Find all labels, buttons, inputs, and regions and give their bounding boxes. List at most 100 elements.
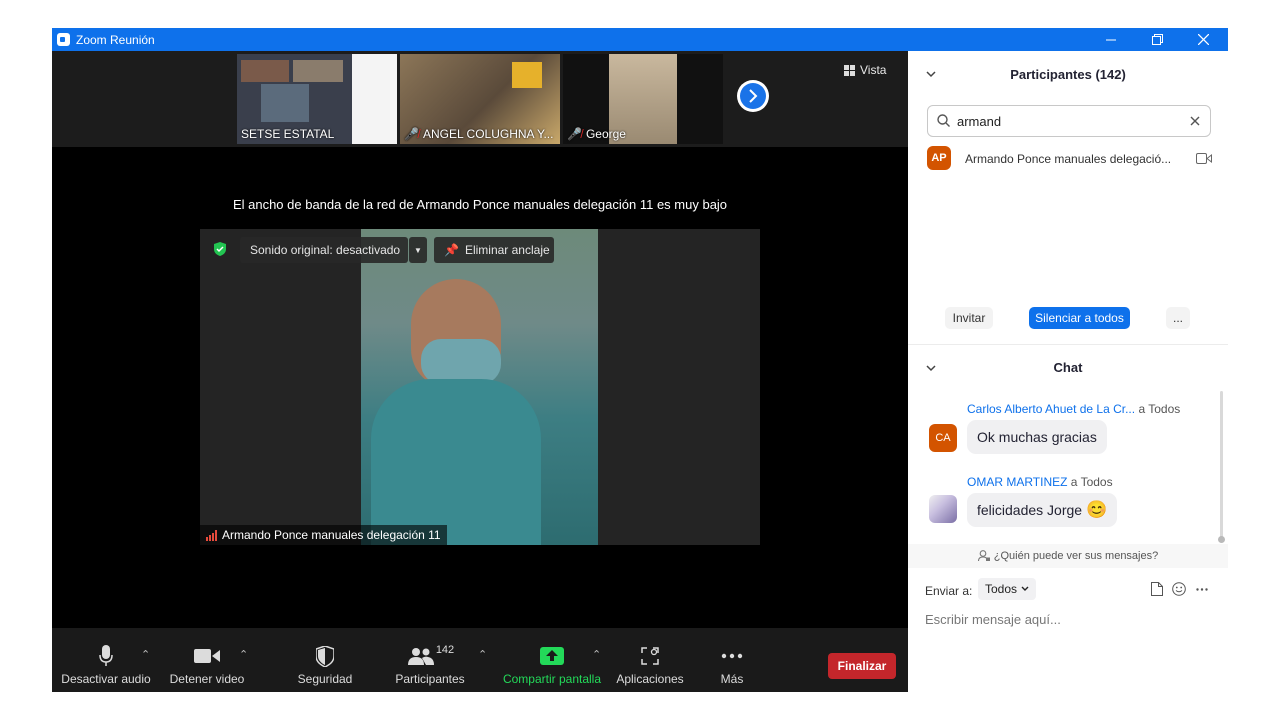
- participant-row[interactable]: AP Armando Ponce manuales delegació...: [927, 146, 1217, 172]
- share-screen-icon: [540, 647, 564, 665]
- zoom-meeting-window: Zoom Reunión SETSE ESTATAL 🎤̸ ANGEL COLU…: [52, 28, 1228, 692]
- participants-options-caret[interactable]: ⌃: [478, 648, 487, 661]
- end-meeting-button[interactable]: Finalizar: [828, 653, 896, 679]
- chevron-down-icon: [1021, 586, 1029, 591]
- file-icon[interactable]: [1151, 582, 1163, 596]
- who-can-see-link[interactable]: ¿Quién puede ver sus mensajes?: [908, 544, 1228, 568]
- video-area: SETSE ESTATAL 🎤̸ ANGEL COLUGHNA Y... 🎤̸ Ge…: [52, 51, 908, 628]
- thumbnail-george[interactable]: 🎤̸ George: [563, 54, 723, 144]
- main-speaker-video[interactable]: Sonido original: desactivado ▼ 📌 Elimina…: [200, 229, 760, 545]
- thumbnail-angel[interactable]: 🎤̸ ANGEL COLUGHNA Y...: [400, 54, 560, 144]
- participants-count: 142: [435, 644, 455, 656]
- zoom-logo-icon: [57, 33, 70, 46]
- chat-bubble: felicidades Jorge 😊: [967, 493, 1118, 527]
- stop-video-label: Detener video: [169, 672, 245, 686]
- pin-icon: 📌: [444, 243, 459, 257]
- thumbnail-document: [352, 54, 397, 144]
- participant-name: Armando Ponce manuales delegació...: [965, 152, 1172, 166]
- stop-video-button[interactable]: Detener video: [164, 628, 250, 692]
- avatar: CA: [929, 424, 957, 452]
- search-icon: [937, 114, 950, 127]
- emoji-icon[interactable]: [1172, 582, 1186, 596]
- security-button[interactable]: Seguridad: [290, 628, 360, 692]
- smile-emoji-icon: 😊: [1086, 500, 1108, 519]
- thumbnail-name: George: [585, 127, 626, 141]
- speaker-name: Armando Ponce manuales delegación 11: [222, 528, 441, 542]
- chat-header: Chat: [908, 345, 1228, 389]
- video-options-caret[interactable]: ⌃: [239, 648, 248, 661]
- mute-audio-button[interactable]: Desactivar audio: [60, 628, 152, 692]
- apps-icon: [641, 647, 659, 665]
- chat-message: CA Carlos Alberto Ahuet de La Cr... a To…: [927, 402, 1217, 462]
- participants-header: Participantes (142): [908, 51, 1228, 95]
- caret-down-icon: ▼: [414, 245, 422, 255]
- encryption-shield-icon: [214, 242, 226, 256]
- participants-more-button[interactable]: ...: [1166, 307, 1190, 329]
- avatar: [929, 495, 957, 523]
- mute-all-button[interactable]: Silenciar a todos: [1029, 307, 1130, 329]
- send-to-dropdown[interactable]: Todos: [978, 578, 1037, 600]
- thumbnail-setse-estatal[interactable]: SETSE ESTATAL: [237, 54, 397, 144]
- close-window-button[interactable]: [1180, 28, 1226, 51]
- signal-bars-icon: [206, 529, 217, 541]
- muted-mic-icon: 🎤̸: [567, 127, 582, 141]
- restore-icon: [1151, 34, 1163, 45]
- participant-search-input[interactable]: [955, 111, 1179, 131]
- thumbnail-name: ANGEL COLUGHNA Y...: [422, 127, 554, 141]
- unpin-label: Eliminar anclaje: [464, 243, 550, 257]
- security-label: Seguridad: [297, 672, 353, 686]
- minimize-button[interactable]: [1088, 28, 1134, 51]
- avatar: AP: [927, 146, 951, 170]
- participants-title: Participantes (142): [1010, 67, 1126, 82]
- participants-icon: [407, 648, 434, 665]
- who-can-see-label: ¿Quién puede ver sus mensajes?: [993, 550, 1159, 562]
- chat-input-placeholder[interactable]: Escribir mensaje aquí...: [925, 612, 1061, 627]
- more-dots-icon[interactable]: [1196, 588, 1208, 591]
- audio-options-caret[interactable]: ⌃: [141, 648, 150, 661]
- chat-composer: Enviar a: Todos Escribir mensaje aquí...: [908, 568, 1228, 692]
- speaker-video-frame: [361, 229, 598, 545]
- chat-message: OMAR MARTINEZ a Todos felicidades Jorge …: [927, 475, 1217, 537]
- scroll-thumb[interactable]: [1218, 536, 1225, 543]
- participant-search[interactable]: [927, 105, 1211, 137]
- chat-sender: Carlos Alberto Ahuet de La Cr... a Todos: [967, 402, 1181, 416]
- microphone-icon: [99, 645, 113, 666]
- chat-bubble: Ok muchas gracias: [967, 420, 1107, 454]
- meeting-toolbar: Desactivar audio ⌃ Detener video ⌃ Segur…: [52, 628, 908, 692]
- close-icon: [1197, 34, 1209, 45]
- invite-button[interactable]: Invitar: [945, 307, 993, 329]
- title-bar: Zoom Reunión: [52, 28, 1228, 51]
- chat-sender: OMAR MARTINEZ a Todos: [967, 475, 1113, 489]
- more-label: Más: [720, 672, 744, 686]
- chat-scrollbar[interactable]: [1220, 391, 1223, 541]
- original-sound-label: Sonido original: desactivado: [250, 243, 401, 257]
- chevron-right-icon: [749, 89, 758, 103]
- send-to-label: Enviar a:: [925, 584, 973, 598]
- camera-icon: [194, 649, 220, 663]
- video-camera-icon: [1196, 153, 1212, 164]
- participants-label: Participantes: [395, 672, 465, 686]
- clear-search-icon[interactable]: [1190, 116, 1200, 126]
- share-screen-label: Compartir pantalla: [502, 672, 602, 686]
- restore-button[interactable]: [1134, 28, 1180, 51]
- unpin-button[interactable]: 📌 Eliminar anclaje: [434, 237, 554, 263]
- view-label: Vista: [860, 63, 887, 77]
- apps-button[interactable]: Aplicaciones: [612, 628, 688, 692]
- share-screen-button[interactable]: Compartir pantalla: [500, 628, 604, 692]
- thumbnail-name: SETSE ESTATAL: [241, 127, 335, 141]
- send-to-value: Todos: [985, 582, 1018, 596]
- share-options-caret[interactable]: ⌃: [592, 648, 601, 661]
- shield-icon: [316, 645, 334, 667]
- mute-audio-label: Desactivar audio: [61, 672, 151, 686]
- next-page-button[interactable]: [737, 80, 769, 112]
- more-button[interactable]: Más: [708, 628, 756, 692]
- minimize-icon: [1106, 39, 1116, 40]
- original-sound-button[interactable]: Sonido original: desactivado: [240, 237, 408, 263]
- original-sound-dropdown[interactable]: ▼: [409, 237, 427, 263]
- chat-title: Chat: [1053, 360, 1083, 375]
- muted-mic-icon: 🎤̸: [404, 127, 419, 141]
- view-button[interactable]: Vista: [844, 63, 886, 77]
- window-title: Zoom Reunión: [76, 33, 155, 47]
- participants-button[interactable]: 142 Participantes: [392, 628, 468, 692]
- bandwidth-warning: El ancho de banda de la red de Armando P…: [232, 197, 728, 212]
